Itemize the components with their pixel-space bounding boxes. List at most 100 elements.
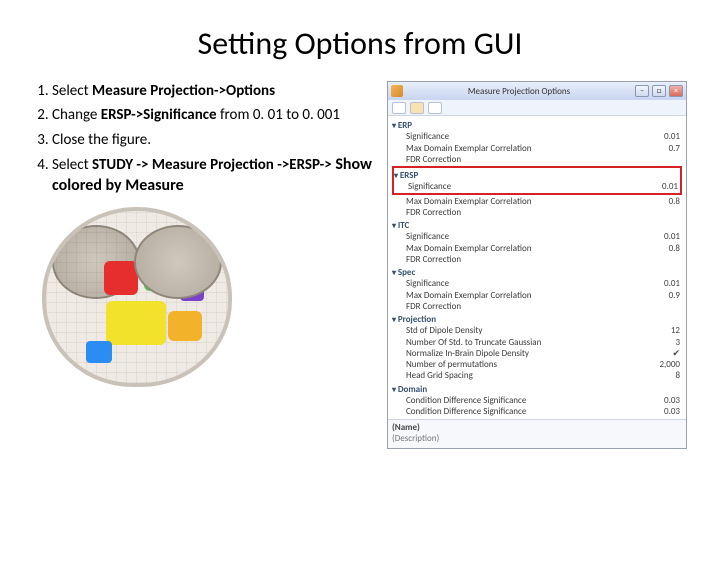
property-value[interactable]: 2,000: [660, 359, 683, 370]
property-value[interactable]: 0.01: [664, 278, 682, 289]
property-row[interactable]: Number Of Std. to Truncate Gaussian 3: [392, 337, 682, 348]
maximize-button[interactable]: □: [652, 85, 666, 97]
property-row[interactable]: Number of permutations 2,000: [392, 359, 682, 370]
property-value[interactable]: [680, 254, 682, 265]
property-name: Max Domain Exemplar Correlation: [406, 196, 531, 207]
section-ersp[interactable]: ERSP: [394, 170, 680, 181]
property-name: Max Domain Exemplar Correlation: [406, 290, 531, 301]
step-1: Select Measure Projection->Options: [52, 81, 379, 101]
property-row[interactable]: Condition Difference Significance 0.03: [392, 395, 682, 406]
property-name: FDR Correction: [406, 301, 461, 312]
options-window: Measure Projection Options – □ × ERP Sig…: [387, 81, 687, 449]
property-value[interactable]: 0.01: [662, 181, 680, 192]
property-tree: ERP Significance 0.01 Max Domain Exemplar…: [388, 116, 686, 419]
step-text: Close the figure.: [52, 131, 151, 149]
window-titlebar[interactable]: Measure Projection Options – □ ×: [388, 82, 686, 100]
property-row[interactable]: Max Domain Exemplar Correlation 0.9: [392, 290, 682, 301]
brain-domain-blue: [86, 341, 112, 363]
property-row[interactable]: Head Grid Spacing 8: [392, 370, 682, 381]
property-row[interactable]: FDR Correction: [392, 254, 682, 265]
step-text: Select: [52, 156, 92, 174]
property-row[interactable]: Significance 0.01: [392, 231, 682, 242]
property-value[interactable]: 12: [671, 325, 682, 336]
step-4: Select STUDY -> Measure Projection ->ERS…: [52, 154, 379, 197]
step-text: Change: [52, 106, 101, 124]
property-name: Condition Difference Significance: [406, 395, 526, 406]
content-row: Select Measure Projection->Options Chang…: [0, 81, 720, 449]
property-value[interactable]: 0.8: [669, 243, 682, 254]
property-name: FDR Correction: [406, 254, 461, 265]
property-name: Significance: [406, 278, 449, 289]
section-erp[interactable]: ERP: [392, 120, 682, 131]
steps-list: Select Measure Projection->Options Chang…: [24, 81, 379, 197]
property-row[interactable]: Max Domain Exemplar Correlation 0.8: [392, 196, 682, 207]
footer-description: (Description): [392, 433, 682, 444]
step-bold: STUDY -> Measure Projection ->ERSP->: [92, 156, 332, 174]
property-name: Std of Dipole Density: [406, 325, 482, 336]
property-value[interactable]: 0.8: [669, 196, 682, 207]
brain-domain-green: [144, 259, 184, 291]
property-name: Head Grid Spacing: [406, 370, 473, 381]
step-3: Close the figure.: [52, 130, 379, 150]
section-projection[interactable]: Projection: [392, 314, 682, 325]
property-description-panel: (Name) (Description): [388, 419, 686, 448]
page-title: Setting Options from GUI: [0, 24, 720, 63]
property-value[interactable]: 0.01: [664, 131, 682, 142]
property-value[interactable]: 0.7: [669, 143, 682, 154]
property-value[interactable]: 0.03: [664, 395, 682, 406]
section-itc[interactable]: ITC: [392, 220, 682, 231]
property-row[interactable]: Condition Difference Significance 0.03: [392, 406, 682, 417]
footer-name: (Name): [392, 422, 682, 433]
section-domain[interactable]: Domain: [392, 384, 682, 395]
left-column: Select Measure Projection->Options Chang…: [24, 81, 379, 449]
property-row[interactable]: Significance 0.01: [392, 278, 682, 289]
toolbar-button[interactable]: [428, 102, 442, 114]
property-value[interactable]: [680, 207, 682, 218]
property-row[interactable]: Max Domain Exemplar Correlation 0.7: [392, 143, 682, 154]
step-bold: Measure Projection->Options: [92, 82, 275, 100]
app-icon: [391, 85, 403, 97]
right-column: Measure Projection Options – □ × ERP Sig…: [387, 81, 687, 449]
window-title: Measure Projection Options: [406, 86, 632, 97]
step-2: Change ERSP->Significance from 0. 01 to …: [52, 105, 379, 125]
property-value[interactable]: 0.01: [664, 231, 682, 242]
minimize-button[interactable]: –: [635, 85, 649, 97]
property-name: Max Domain Exemplar Correlation: [406, 143, 531, 154]
property-name: Significance: [406, 131, 449, 142]
step-text: Select: [52, 82, 92, 100]
toolbar: [388, 100, 686, 116]
brain-domain-yellow: [106, 301, 166, 345]
property-row[interactable]: Std of Dipole Density 12: [392, 325, 682, 336]
property-row[interactable]: Max Domain Exemplar Correlation 0.8: [392, 243, 682, 254]
property-name: Max Domain Exemplar Correlation: [406, 243, 531, 254]
property-value[interactable]: ✔: [672, 348, 682, 359]
property-row[interactable]: Normalize In-Brain Dipole Density ✔: [392, 348, 682, 359]
brain-domain-purple: [180, 281, 204, 301]
toolbar-button[interactable]: [410, 102, 424, 114]
property-value[interactable]: 3: [675, 337, 682, 348]
toolbar-button[interactable]: [392, 102, 406, 114]
property-row[interactable]: FDR Correction: [392, 154, 682, 165]
property-row-ersp-significance[interactable]: Significance 0.01: [394, 181, 680, 192]
property-value[interactable]: 0.9: [669, 290, 682, 301]
section-spec[interactable]: Spec: [392, 267, 682, 278]
property-row[interactable]: FDR Correction: [392, 207, 682, 218]
highlight-ersp: ERSP Significance 0.01: [392, 166, 682, 195]
property-name: Number Of Std. to Truncate Gaussian: [406, 337, 541, 348]
property-name: Significance: [408, 181, 451, 192]
property-value[interactable]: 8: [675, 370, 682, 381]
property-row[interactable]: Significance 0.01: [392, 131, 682, 142]
brain-domain-red: [104, 261, 138, 295]
close-button[interactable]: ×: [669, 85, 683, 97]
property-name: FDR Correction: [406, 154, 461, 165]
property-row[interactable]: FDR Correction: [392, 301, 682, 312]
property-value[interactable]: 0.03: [664, 406, 682, 417]
property-value[interactable]: [680, 154, 682, 165]
property-name: Significance: [406, 231, 449, 242]
step-text: from 0. 01 to 0. 001: [217, 106, 340, 124]
brain-domain-orange: [168, 311, 202, 341]
property-name: Normalize In-Brain Dipole Density: [406, 348, 529, 359]
property-name: Condition Difference Significance: [406, 406, 526, 417]
property-name: Number of permutations: [406, 359, 497, 370]
property-value[interactable]: [680, 301, 682, 312]
